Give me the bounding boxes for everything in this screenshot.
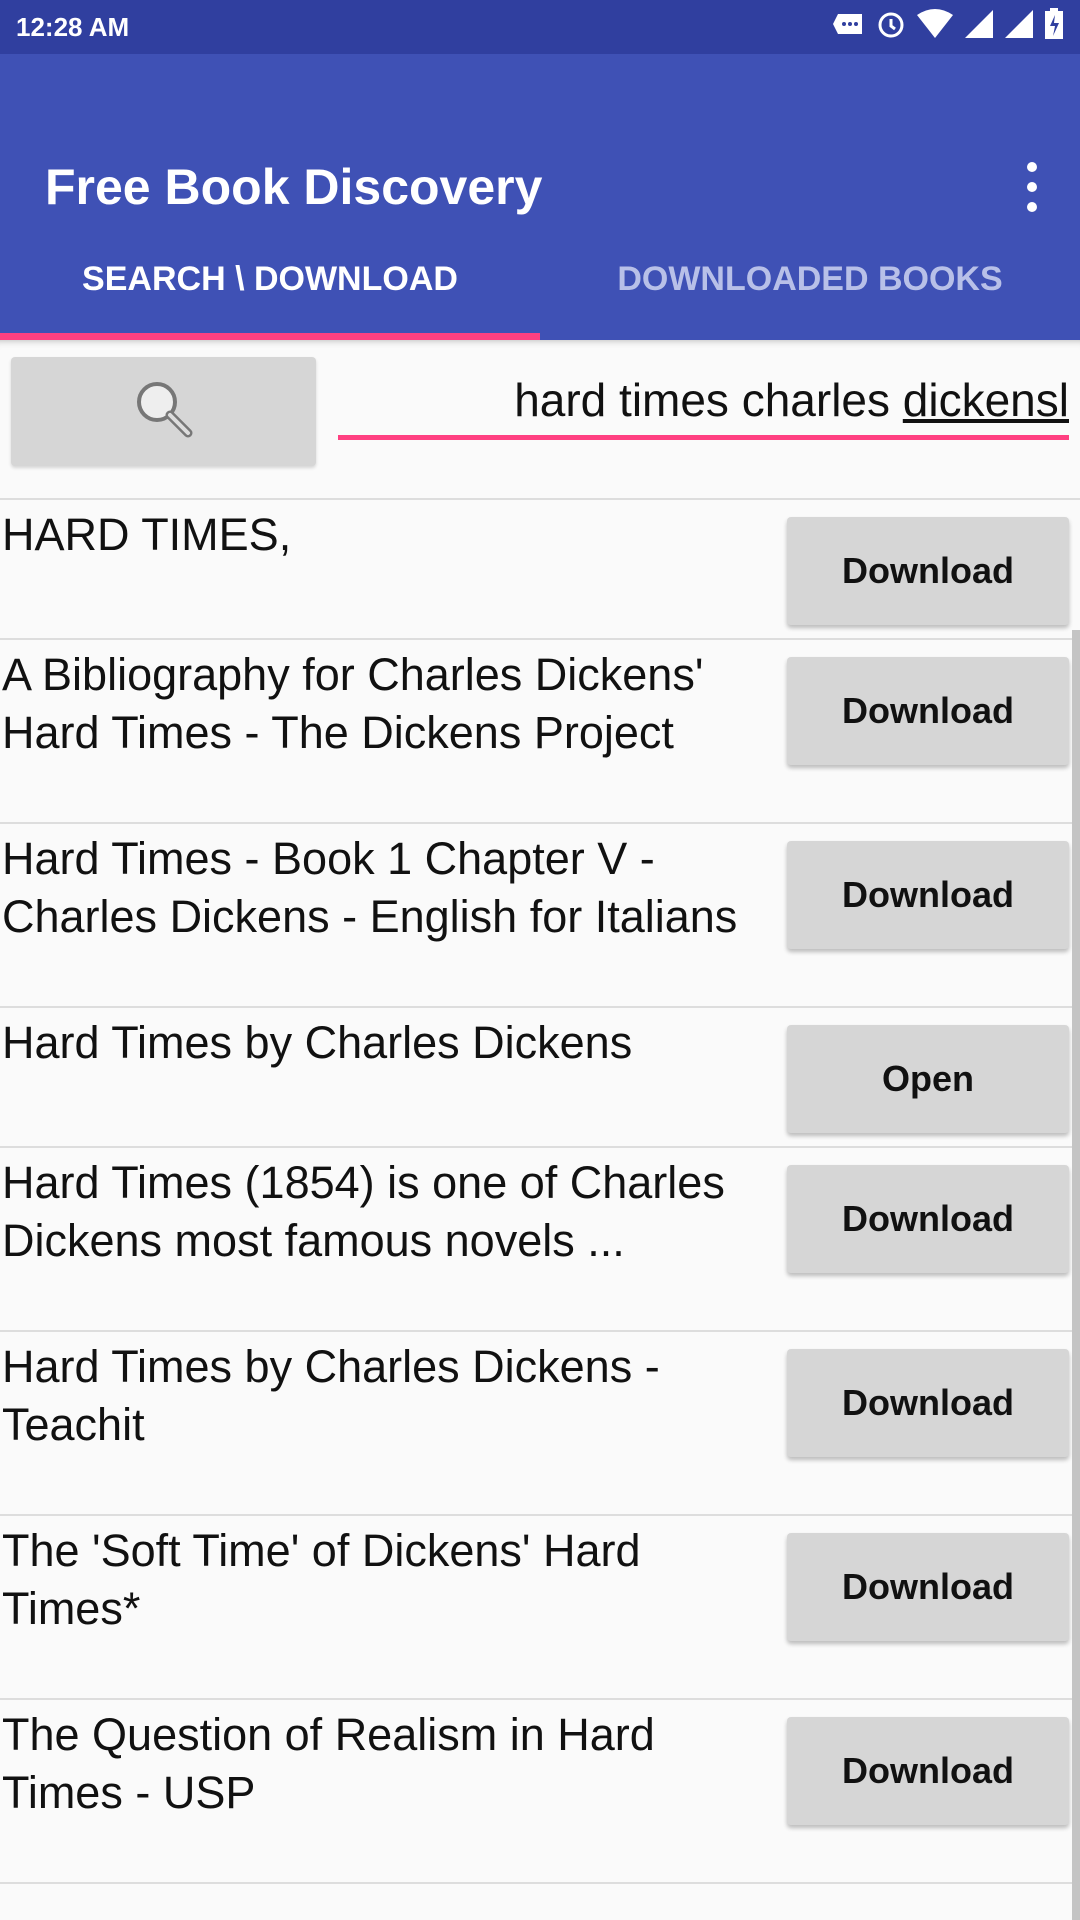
signal-icon bbox=[964, 9, 994, 46]
tab-search-download[interactable]: SEARCH \ DOWNLOAD bbox=[0, 230, 540, 340]
result-title: Hard Times (1854) is one of Charles Dick… bbox=[2, 1157, 725, 1266]
tab-label: SEARCH \ DOWNLOAD bbox=[82, 259, 458, 298]
list-item: Hard Times - Book 1 Chapter V - Charles … bbox=[0, 824, 1080, 1008]
download-button[interactable]: Download bbox=[787, 517, 1069, 625]
tab-label: DOWNLOADED BOOKS bbox=[617, 259, 1003, 298]
battery-charging-icon bbox=[1044, 7, 1064, 47]
search-input[interactable]: hard times charles dickensl bbox=[338, 370, 1069, 440]
results-list: HARD TIMES, Download A Bibliography for Ch… bbox=[0, 500, 1080, 1884]
tab-indicator bbox=[0, 333, 540, 340]
open-button[interactable]: Open bbox=[787, 1025, 1069, 1133]
result-title: HARD TIMES, bbox=[2, 509, 292, 560]
list-item: The Question of Realism in Hard Times - … bbox=[0, 1700, 1080, 1884]
status-bar: 12:28 AM bbox=[0, 0, 1080, 54]
result-title: Hard Times - Book 1 Chapter V - Charles … bbox=[2, 833, 738, 942]
list-item: Hard Times by Charles Dickens - Teachit D… bbox=[0, 1332, 1080, 1516]
list-item: HARD TIMES, Download bbox=[0, 500, 1080, 640]
result-title: The 'Soft Time' of Dickens' Hard Times* bbox=[2, 1525, 641, 1634]
download-button[interactable]: Download bbox=[787, 1165, 1069, 1273]
tab-downloaded-books[interactable]: DOWNLOADED BOOKS bbox=[540, 230, 1080, 340]
result-title: The Question of Realism in Hard Times - … bbox=[2, 1709, 655, 1818]
more-vert-icon[interactable] bbox=[1022, 162, 1042, 212]
list-item: Hard Times by Charles Dickens Open bbox=[0, 1008, 1080, 1148]
list-item: A Bibliography for Charles Dickens' Hard… bbox=[0, 640, 1080, 824]
download-button[interactable]: Download bbox=[787, 1349, 1069, 1457]
result-title: Hard Times by Charles Dickens bbox=[2, 1017, 633, 1068]
result-title: A Bibliography for Charles Dickens' Hard… bbox=[2, 649, 704, 758]
download-button[interactable]: Download bbox=[787, 1533, 1069, 1641]
message-icon bbox=[832, 11, 866, 44]
app-title: Free Book Discovery bbox=[45, 159, 543, 215]
search-row: hard times charles dickensl bbox=[0, 340, 1080, 500]
download-button[interactable]: Download bbox=[787, 841, 1069, 949]
download-button[interactable]: Download bbox=[787, 1717, 1069, 1825]
search-icon bbox=[129, 374, 199, 449]
tab-bar: SEARCH \ DOWNLOAD DOWNLOADED BOOKS bbox=[0, 230, 1080, 340]
scrollbar[interactable] bbox=[1072, 630, 1080, 1920]
list-item: Hard Times (1854) is one of Charles Dick… bbox=[0, 1148, 1080, 1332]
status-time: 12:28 AM bbox=[16, 11, 130, 42]
search-text: hard times charles bbox=[514, 374, 903, 426]
list-item: The 'Soft Time' of Dickens' Hard Times* D… bbox=[0, 1516, 1080, 1700]
app-bar: Free Book Discovery SEARCH \ DOWNLOAD DO… bbox=[0, 54, 1080, 340]
download-button[interactable]: Download bbox=[787, 657, 1069, 765]
search-text-composing: dickensl bbox=[902, 374, 1069, 426]
signal-icon bbox=[1004, 9, 1034, 46]
search-button[interactable] bbox=[11, 357, 316, 466]
wifi-icon bbox=[916, 8, 954, 46]
result-title: Hard Times by Charles Dickens - Teachit bbox=[2, 1341, 660, 1450]
alarm-icon bbox=[876, 9, 906, 46]
